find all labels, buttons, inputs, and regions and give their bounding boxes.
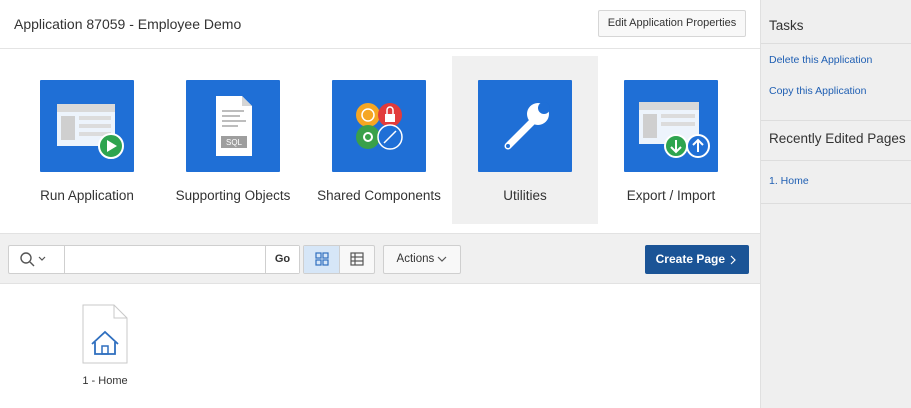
wrench-icon (478, 80, 572, 172)
chevron-down-icon (438, 256, 447, 262)
tile-label: Supporting Objects (175, 188, 291, 203)
tasks-heading: Tasks (761, 0, 911, 44)
shared-components-icon (332, 80, 426, 172)
tile-label: Run Application (40, 188, 134, 203)
recent-pages-list: 1. Home (761, 161, 911, 204)
tasks-list: Delete this Application Copy this Applic… (761, 44, 911, 121)
create-page-button[interactable]: Create Page (645, 245, 749, 274)
tile-run-application[interactable]: Run Application (14, 56, 160, 224)
tile-utilities[interactable]: Utilities (452, 56, 598, 224)
view-icons-button[interactable] (304, 246, 340, 273)
create-page-label: Create Page (655, 252, 726, 266)
application-header: Application 87059 - Employee Demo Edit A… (0, 0, 760, 49)
tile-label: Export / Import (626, 188, 716, 203)
search-column-menu-button[interactable] (9, 246, 65, 273)
sql-badge: SQL (226, 138, 243, 147)
home-page-icon (82, 304, 128, 364)
tile-label: Shared Components (317, 188, 441, 203)
page-item-home[interactable]: 1 - Home (72, 302, 148, 402)
delete-application-link[interactable]: Delete this Application (769, 52, 911, 83)
chevron-right-icon (730, 255, 737, 265)
grid-view-icon (315, 252, 329, 266)
search-input[interactable] (66, 246, 264, 273)
tile-label: Utilities (503, 188, 547, 203)
copy-application-link[interactable]: Copy this Application (769, 83, 911, 114)
export-import-icon (624, 80, 718, 172)
view-toggle-group (303, 245, 375, 274)
side-panel: Tasks Delete this Application Copy this … (760, 0, 911, 408)
app-builder-page: Application 87059 - Employee Demo Edit A… (0, 0, 911, 408)
main-region: Application 87059 - Employee Demo Edit A… (0, 0, 760, 408)
run-application-icon (40, 80, 134, 172)
supporting-objects-icon: SQL (186, 80, 280, 172)
search-icon (20, 252, 35, 267)
page-title: Application 87059 - Employee Demo (14, 16, 242, 32)
pages-region: 1 - Home (0, 284, 760, 408)
pages-toolbar: Go Actions Create Page (0, 233, 760, 284)
recently-edited-heading: Recently Edited Pages (761, 121, 911, 161)
tile-export-import[interactable]: Export / Import (598, 56, 744, 224)
tile-shared-components[interactable]: Shared Components (306, 56, 452, 224)
search-group: Go (8, 245, 300, 274)
page-label: 1 - Home (82, 375, 128, 387)
edit-application-properties-button[interactable]: Edit Application Properties (598, 10, 746, 37)
application-tiles: Run Application SQL Supporting Objects S… (0, 50, 760, 226)
actions-menu-button[interactable]: Actions (383, 245, 461, 274)
table-view-icon (350, 252, 364, 266)
go-button[interactable]: Go (265, 246, 299, 273)
chevron-down-icon (38, 256, 46, 261)
recent-page-link[interactable]: 1. Home (769, 175, 809, 187)
actions-label: Actions (396, 253, 435, 265)
view-report-button[interactable] (340, 246, 374, 273)
tile-supporting-objects[interactable]: SQL Supporting Objects (160, 56, 306, 224)
